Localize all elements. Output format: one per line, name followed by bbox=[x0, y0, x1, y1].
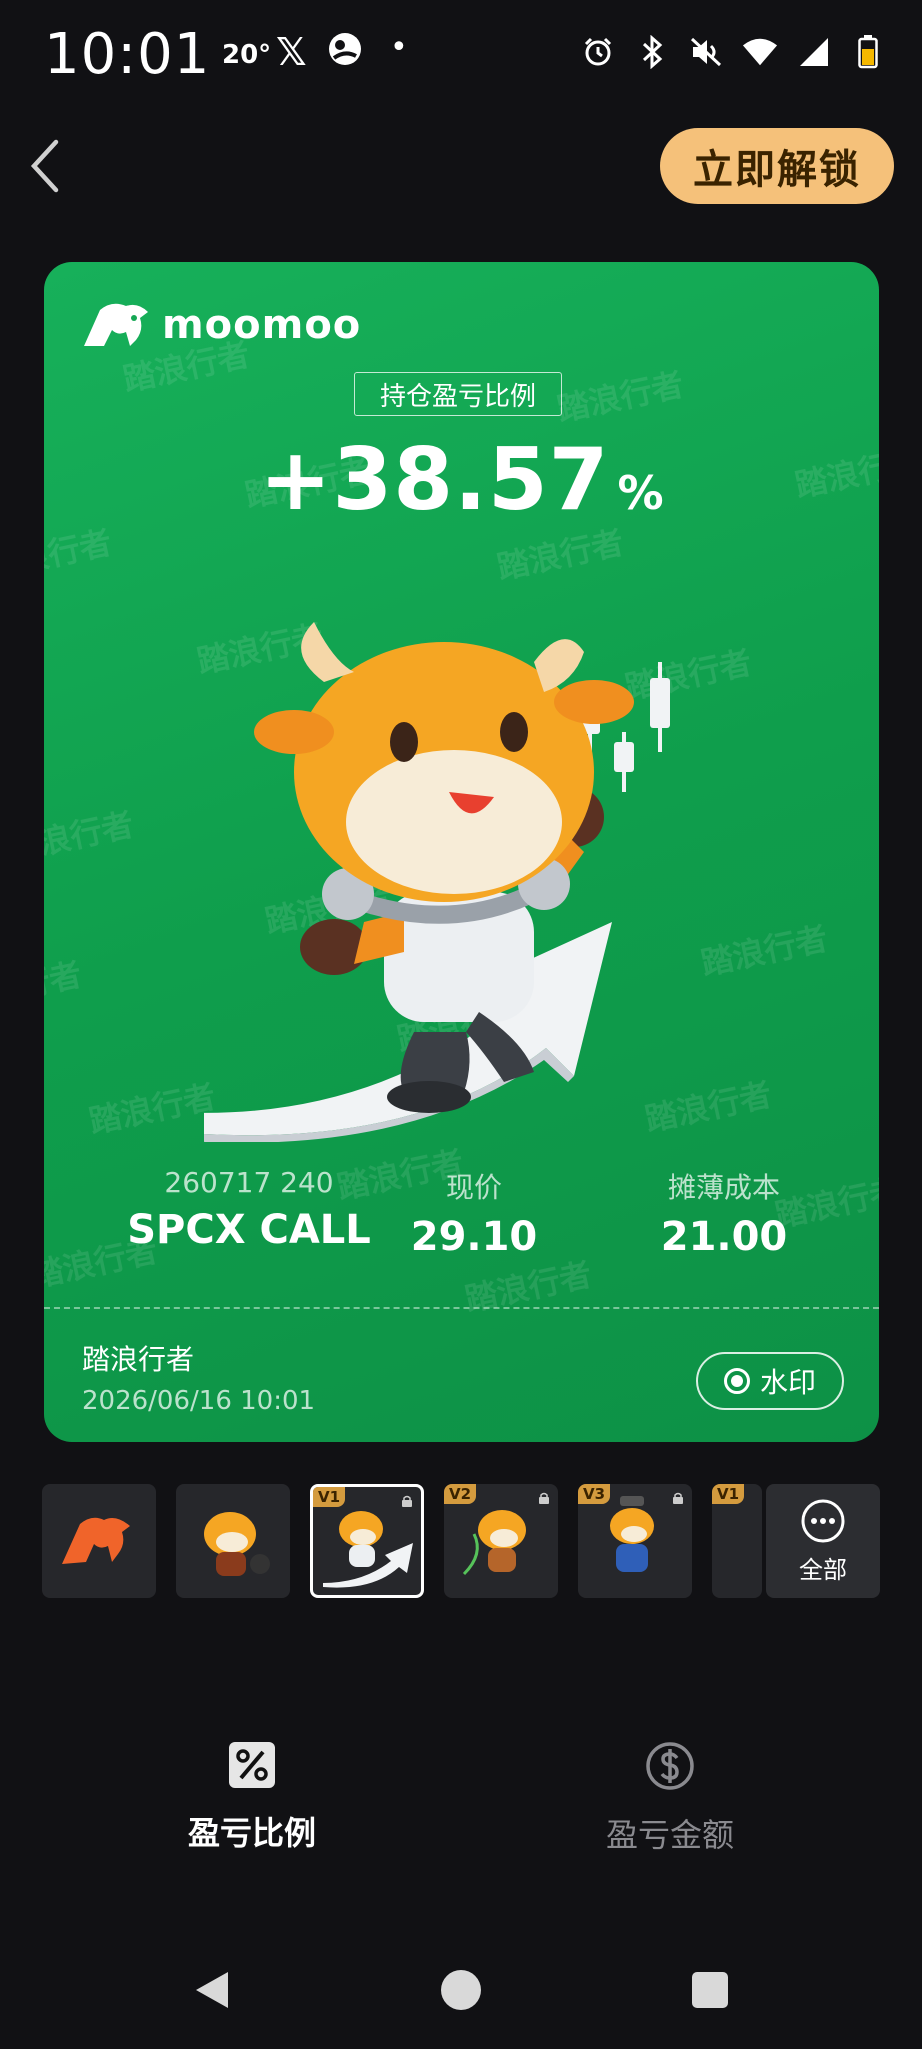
all-templates-label: 全部 bbox=[799, 1555, 847, 1584]
watermark-text: 踏浪行者 bbox=[553, 365, 687, 429]
card-template-strip: V1 V2 V3 V1 全部 bbox=[42, 1484, 882, 1598]
mute-icon bbox=[688, 34, 724, 70]
template-thumb-mascot-arrow[interactable]: V1 bbox=[310, 1484, 424, 1598]
wifi-icon bbox=[742, 34, 778, 70]
lock-icon bbox=[539, 1492, 549, 1504]
tab-pnl-ratio-label: 盈亏比例 bbox=[187, 1814, 316, 1852]
template-thumb-logo[interactable] bbox=[42, 1484, 156, 1598]
current-price-label: 现价 bbox=[445, 1171, 502, 1204]
bull-logo-icon bbox=[62, 1517, 130, 1564]
system-nav-bar bbox=[0, 1960, 922, 2020]
dollar-icon bbox=[646, 1742, 694, 1790]
bull-logo-icon bbox=[84, 303, 148, 346]
current-price-value: 29.10 bbox=[410, 1214, 538, 1260]
pnl-ratio-value: +38.57% bbox=[44, 430, 879, 530]
radio-checked-icon bbox=[723, 1368, 750, 1394]
battery-icon bbox=[850, 34, 886, 70]
version-badge: V3 bbox=[578, 1484, 610, 1504]
nav-home-icon[interactable] bbox=[441, 1970, 481, 2010]
watermark-text: 踏浪行者 bbox=[44, 805, 137, 869]
brand-name: moomoo bbox=[162, 302, 362, 348]
status-temperature: 20° bbox=[222, 40, 272, 70]
contract-name: SPCX CALL bbox=[127, 1207, 371, 1253]
position-pnl-ratio-label: 持仓盈亏比例 bbox=[354, 372, 562, 416]
template-thumb-mascot-1[interactable] bbox=[176, 1484, 290, 1598]
pnl-ratio-number: +38.57 bbox=[259, 430, 610, 530]
pnl-ratio-unit: % bbox=[617, 466, 664, 520]
watermark-toggle[interactable]: 水印 bbox=[696, 1352, 844, 1410]
tab-pnl-amount-label: 盈亏金额 bbox=[605, 1816, 734, 1854]
share-card: 踏浪行者 踏浪行者 踏浪行者 踏浪行者 踏浪行者 踏浪行者 踏浪行者 踏浪行者 … bbox=[44, 262, 879, 1442]
current-price-info: 现价 29.10 bbox=[394, 1166, 554, 1260]
notification-app-icon bbox=[326, 30, 364, 76]
contract-info: 260717 240 SPCX CALL bbox=[84, 1166, 414, 1253]
bluetooth-icon bbox=[634, 34, 670, 70]
unlock-now-button[interactable]: 立即解锁 bbox=[660, 128, 894, 204]
notification-dot-icon: • bbox=[390, 30, 408, 65]
diluted-cost-label: 摊薄成本 bbox=[667, 1171, 780, 1204]
contract-code: 260717 240 bbox=[164, 1166, 334, 1199]
mascot-thumbnail-icon bbox=[204, 1512, 270, 1576]
watermark-toggle-label: 水印 bbox=[759, 1366, 816, 1399]
percent-icon bbox=[229, 1742, 275, 1788]
diluted-cost-value: 21.00 bbox=[660, 1214, 788, 1260]
moomoo-logo: moomoo bbox=[82, 300, 361, 350]
x-app-icon: 𝕏 bbox=[276, 30, 307, 74]
share-timestamp: 2026/06/16 10:01 bbox=[82, 1386, 316, 1416]
chevron-left-icon bbox=[30, 139, 59, 193]
signal-icon bbox=[796, 34, 832, 70]
version-badge: V2 bbox=[444, 1484, 476, 1504]
user-nickname: 踏浪行者 bbox=[82, 1343, 195, 1376]
bull-mascot-illustration bbox=[204, 622, 670, 1142]
back-button[interactable] bbox=[26, 138, 66, 194]
nav-recents-icon[interactable] bbox=[692, 1972, 728, 2008]
lock-icon bbox=[402, 1495, 412, 1507]
tab-pnl-ratio[interactable]: 盈亏比例 bbox=[132, 1740, 372, 1854]
more-dots-icon bbox=[801, 1499, 845, 1542]
card-divider bbox=[44, 1307, 879, 1309]
diluted-cost-info: 摊薄成本 21.00 bbox=[624, 1166, 824, 1260]
template-thumb-mascot-2[interactable]: V2 bbox=[444, 1484, 558, 1598]
version-badge: V1 bbox=[313, 1487, 345, 1507]
tab-pnl-amount[interactable]: 盈亏金额 bbox=[550, 1740, 790, 1856]
alarm-icon bbox=[580, 34, 616, 70]
watermark-text: 踏浪行者 bbox=[85, 1077, 219, 1141]
template-thumb-mascot-4[interactable]: V1 bbox=[712, 1484, 762, 1598]
status-time: 10:01 bbox=[44, 22, 211, 87]
version-badge: V1 bbox=[712, 1484, 744, 1504]
all-templates-button[interactable]: 全部 bbox=[766, 1484, 880, 1598]
template-thumb-mascot-3[interactable]: V3 bbox=[578, 1484, 692, 1598]
nav-back-icon[interactable] bbox=[192, 1968, 232, 2012]
watermark-text: 踏浪行者 bbox=[44, 955, 85, 1019]
status-bar: 10:01 20° 𝕏 • bbox=[0, 0, 922, 110]
lock-icon bbox=[673, 1492, 683, 1504]
